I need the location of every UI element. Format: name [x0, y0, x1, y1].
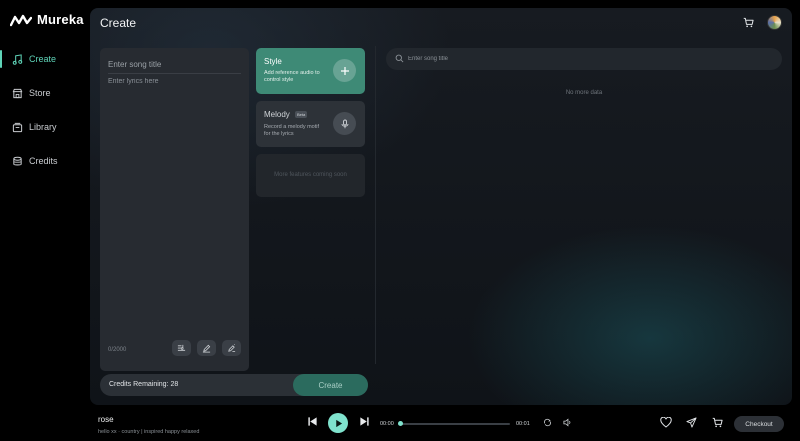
melody-card-description: Record a melody motif for the lyrics — [264, 124, 320, 137]
sidebar-nav: Create Store Library Credits — [0, 48, 90, 184]
lyrics-list-button[interactable] — [172, 340, 191, 356]
sidebar-item-label: Create — [29, 54, 57, 64]
song-title-input[interactable] — [108, 56, 241, 74]
play-icon — [335, 419, 342, 427]
credits-remaining: Credits Remaining: 28 — [109, 381, 179, 388]
share-icon[interactable] — [686, 417, 697, 428]
checkout-button[interactable]: Checkout — [734, 416, 784, 432]
sidebar-item-create[interactable]: Create — [0, 48, 90, 70]
app-logo[interactable]: Mureka — [10, 12, 84, 27]
store-icon — [12, 88, 23, 98]
song-meta: hello xx · country | inspired happy rela… — [98, 429, 200, 435]
heart-icon[interactable] — [660, 417, 672, 428]
pen-icon — [202, 344, 211, 353]
plus-icon — [340, 66, 349, 75]
style-card-title: Style — [264, 57, 282, 66]
sidebar-item-label: Credits — [29, 156, 58, 166]
next-track-icon[interactable] — [359, 416, 370, 427]
ai-lyrics-button[interactable] — [222, 340, 241, 356]
sidebar-item-credits[interactable]: Credits — [0, 150, 90, 172]
progress-bar[interactable] — [398, 423, 510, 425]
beta-badge: Beta — [295, 111, 308, 118]
add-style-button[interactable] — [333, 59, 356, 82]
cart-icon[interactable] — [743, 17, 754, 28]
music-note-icon — [12, 53, 23, 65]
panel-divider — [375, 46, 376, 364]
lyrics-tools — [172, 340, 241, 356]
search-input[interactable] — [408, 53, 768, 65]
total-time: 00:01 — [516, 421, 530, 427]
mureka-logo-icon — [10, 14, 32, 26]
style-card[interactable]: Style Add reference audio to control sty… — [256, 48, 365, 94]
cart-icon[interactable] — [712, 417, 723, 428]
char-count: 0/2000 — [108, 347, 127, 353]
microphone-icon — [341, 119, 348, 128]
lyrics-card: 0/2000 — [100, 48, 249, 371]
header-actions — [743, 15, 782, 30]
volume-icon[interactable] — [563, 418, 572, 427]
melody-card[interactable]: Melody Beta Record a melody motif for th… — [256, 101, 365, 147]
library-icon — [12, 122, 23, 132]
create-button[interactable]: Create — [293, 374, 368, 396]
repeat-icon[interactable] — [543, 418, 552, 427]
previous-track-icon[interactable] — [307, 416, 318, 427]
more-features-card: More features coming soon — [256, 154, 365, 197]
credits-icon — [13, 156, 22, 165]
magic-pen-icon — [228, 343, 236, 352]
sidebar-item-label: Library — [29, 122, 57, 132]
sidebar-item-label: Store — [29, 88, 51, 98]
more-features-text: More features coming soon — [274, 172, 347, 178]
main-panel: Create 0/2000 — [90, 8, 792, 405]
avatar[interactable] — [767, 15, 782, 30]
sidebar-item-library[interactable]: Library — [0, 116, 90, 138]
song-title: rose — [98, 415, 114, 424]
empty-state-text: No more data — [565, 90, 603, 96]
sidebar-item-store[interactable]: Store — [0, 82, 90, 104]
app-name: Mureka — [37, 12, 84, 27]
song-search — [386, 48, 782, 70]
sidebar: Mureka Create Store Library Credits — [0, 0, 90, 405]
lyrics-textarea[interactable] — [108, 78, 241, 308]
melody-card-title: Melody — [264, 110, 290, 119]
search-icon — [395, 54, 404, 63]
progress-knob[interactable] — [398, 421, 403, 426]
page-title: Create — [100, 16, 137, 30]
write-lyrics-button[interactable] — [197, 340, 216, 356]
style-card-description: Add reference audio to control style — [264, 70, 320, 83]
current-time: 00:00 — [380, 421, 394, 427]
record-melody-button[interactable] — [333, 112, 356, 135]
lyrics-list-icon — [177, 344, 186, 351]
play-button[interactable] — [328, 413, 348, 433]
player-bar: rose hello xx · country | inspired happy… — [0, 405, 800, 441]
